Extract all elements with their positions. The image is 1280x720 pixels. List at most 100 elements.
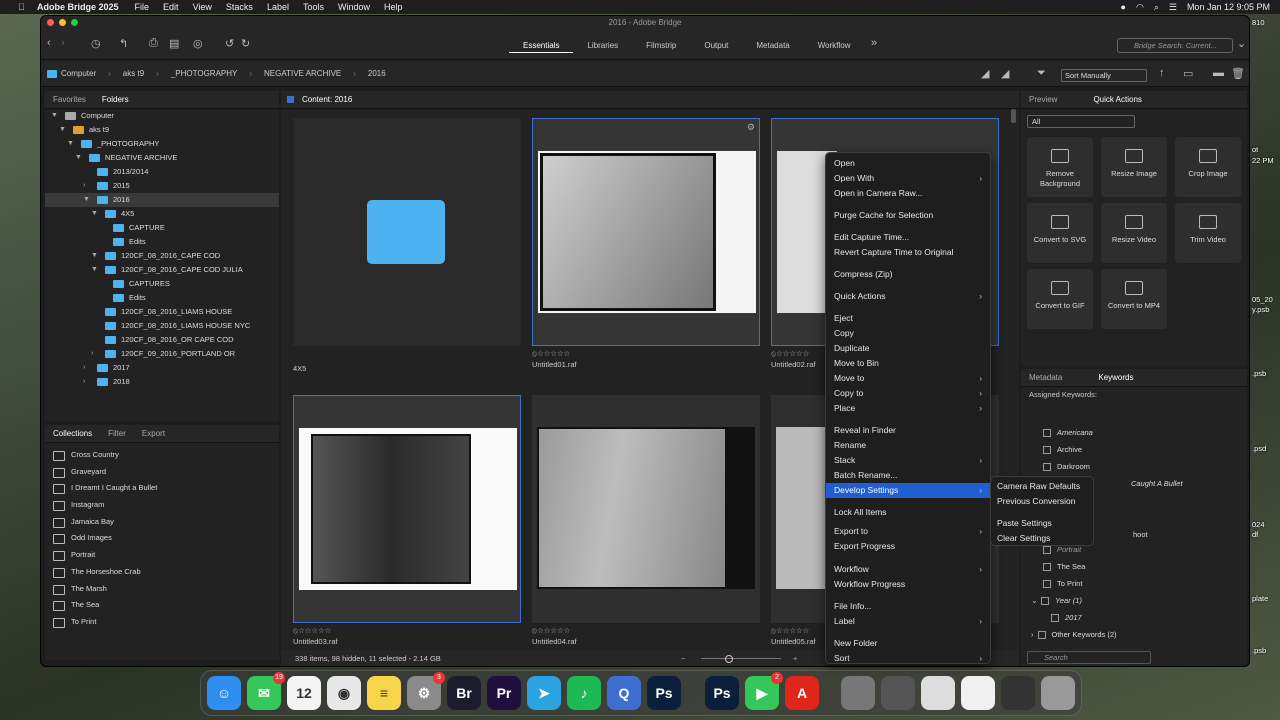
menu-item[interactable]: Batch Rename... [826, 468, 992, 483]
record-icon[interactable]: ● [1121, 2, 1126, 12]
chevron-down-icon[interactable]: ▼ [75, 151, 82, 165]
menu-item[interactable]: Reveal in Finder [826, 423, 992, 438]
folder-tree-item[interactable]: ▼ NEGATIVE ARCHIVE [45, 151, 279, 165]
quality-icon[interactable]: ◢ [981, 67, 989, 80]
menu-item[interactable]: Revert Capture Time to Original [826, 245, 992, 260]
desktop-label[interactable]: y.psb [1252, 305, 1269, 314]
menu-item[interactable]: Open in Camera Raw... [826, 186, 992, 201]
desktop-label[interactable]: 22 PM [1252, 156, 1274, 165]
dock-quicktime-icon[interactable]: Q [607, 676, 641, 710]
tab-workflow[interactable]: Workflow [804, 39, 865, 53]
desktop-label[interactable]: .psb [1252, 369, 1266, 378]
dock-premiere-icon[interactable]: Pr [487, 676, 521, 710]
chevron-down-icon[interactable]: ▼ [67, 137, 74, 151]
desktop-label[interactable]: 05_20 [1252, 295, 1273, 304]
zoom-window-button[interactable] [71, 19, 78, 26]
menu-tools[interactable]: Tools [303, 2, 324, 12]
keyword-other[interactable]: › Other Keywords (2) [1031, 630, 1117, 639]
folder-tree-item[interactable]: ▼ Computer [45, 109, 279, 123]
thumbnail-untitled04[interactable] [532, 395, 760, 623]
close-window-button[interactable] [47, 19, 54, 26]
return-icon[interactable]: ↰ [119, 37, 128, 50]
dock-notes-icon[interactable]: ≡ [367, 676, 401, 710]
folder-tree-item[interactable]: ▼ 4X5 [45, 207, 279, 221]
desktop-label[interactable]: plate [1252, 594, 1268, 603]
folder-tree-item[interactable]: CAPTURES [45, 277, 279, 291]
menu-item[interactable]: Rename [826, 438, 992, 453]
collection-item[interactable]: The Sea [45, 597, 279, 614]
menu-item[interactable]: Lock All Items [826, 505, 992, 520]
keyword-portrait[interactable]: Portrait [1043, 545, 1081, 554]
dock-photoshop-icon[interactable]: Ps [647, 676, 681, 710]
dock-folder-icon[interactable] [1001, 676, 1035, 710]
folder-tree-item[interactable]: › 2017 [45, 361, 279, 375]
develop-settings-icon[interactable]: ⚙ [747, 122, 755, 133]
sort-select[interactable]: Sort Manually [1061, 69, 1147, 82]
menu-stacks[interactable]: Stacks [226, 2, 253, 12]
collection-item[interactable]: Cross Country [45, 447, 279, 464]
dock-system-settings-icon[interactable]: ⚙ 3 [407, 672, 445, 710]
recent-history-icon[interactable]: ◷ [91, 37, 101, 50]
menu-item[interactable]: Move to Bin [826, 356, 992, 371]
folder-tree-item[interactable]: ▼ 120CF_08_2016_CAPE COD [45, 249, 279, 263]
chevron-right-icon[interactable]: › [83, 361, 85, 375]
more-workspaces-icon[interactable]: » [871, 37, 877, 49]
convert-to-gif-button[interactable]: Convert to GIF [1027, 269, 1093, 329]
menu-item[interactable]: New Folder [826, 636, 992, 651]
chevron-down-icon[interactable]: ▼ [51, 109, 58, 123]
dock-downloads-icon[interactable] [841, 676, 875, 710]
menu-window[interactable]: Window [338, 2, 370, 12]
back-arrow-icon[interactable]: ‹ [47, 37, 51, 49]
resize-image-button[interactable]: Resize Image [1101, 137, 1167, 197]
menu-item[interactable]: Purge Cache for Selection [826, 208, 992, 223]
menu-item[interactable]: Duplicate [826, 341, 992, 356]
app-menu[interactable]: Adobe Bridge 2025 [37, 2, 119, 12]
tab-filter[interactable]: Filter [100, 429, 134, 438]
menu-camera-raw-defaults[interactable]: Camera Raw Defaults [991, 479, 1095, 494]
crumb-aks-t9[interactable]: aks t9 [123, 69, 144, 78]
menu-item[interactable]: Quick Actions › [826, 289, 992, 304]
folder-tree-item[interactable]: ▼ aks t9 [45, 123, 279, 137]
menu-help[interactable]: Help [384, 2, 403, 12]
checkbox[interactable] [1043, 579, 1051, 588]
dock-spotify-icon[interactable]: ♪ [567, 676, 601, 710]
chevron-down-icon[interactable]: ⌄ [1237, 37, 1246, 50]
chevron-down-icon[interactable]: ▼ [59, 123, 66, 137]
crumb-computer[interactable]: Computer [47, 69, 96, 78]
dock-trash-icon[interactable] [1041, 676, 1075, 710]
new-folder-icon[interactable]: ▬ [1213, 67, 1224, 79]
chevron-right-icon[interactable]: › [83, 179, 85, 193]
minimize-window-button[interactable] [59, 19, 66, 26]
zoom-in-icon[interactable]: + [793, 650, 797, 666]
crumb-2016[interactable]: 2016 [368, 69, 386, 78]
dock-chrome-icon[interactable]: ◉ [327, 676, 361, 710]
zoom-out-icon[interactable]: − [681, 650, 685, 666]
keyword-to-print[interactable]: To Print [1043, 579, 1082, 588]
menu-item[interactable]: Open [826, 156, 992, 171]
camera-icon[interactable]: ⎙ [149, 37, 158, 50]
open-recent-icon[interactable]: ▭ [1183, 67, 1193, 80]
folder-tree-item[interactable]: 120CF_08_2016_OR CAPE COD [45, 333, 279, 347]
keyword-2017[interactable]: 2017 [1051, 613, 1082, 622]
folder-tree-item[interactable]: Edits [45, 235, 279, 249]
menu-edit[interactable]: Edit [163, 2, 179, 12]
quick-actions-filter-select[interactable]: All [1027, 115, 1135, 128]
collection-item[interactable]: The Marsh [45, 581, 279, 598]
desktop-label[interactable]: df [1252, 530, 1258, 539]
menu-item[interactable]: Stack › [826, 453, 992, 468]
collection-item[interactable]: Instagram [45, 497, 279, 514]
tab-folders[interactable]: Folders [94, 95, 137, 104]
rating-filter-icon[interactable]: ◢ [1001, 67, 1009, 80]
dock-files-icon[interactable] [881, 676, 915, 710]
resize-video-button[interactable]: Resize Video [1101, 203, 1167, 263]
menu-previous-conversion[interactable]: Previous Conversion [991, 494, 1095, 509]
folder-tree-item[interactable]: Edits [45, 291, 279, 305]
menu-item[interactable]: Move to › [826, 371, 992, 386]
thumbnail-size-slider[interactable] [701, 658, 781, 659]
folder-tree-item[interactable]: › 120CF_09_2016_PORTLAND OR [45, 347, 279, 361]
keyword-americana[interactable]: Americana [1043, 428, 1093, 437]
collection-item[interactable]: To Print [45, 614, 279, 631]
dock-photoshop-2-icon[interactable]: Ps [705, 676, 739, 710]
menu-label[interactable]: Label [267, 2, 289, 12]
folder-tree-item[interactable]: › 2018 [45, 375, 279, 389]
